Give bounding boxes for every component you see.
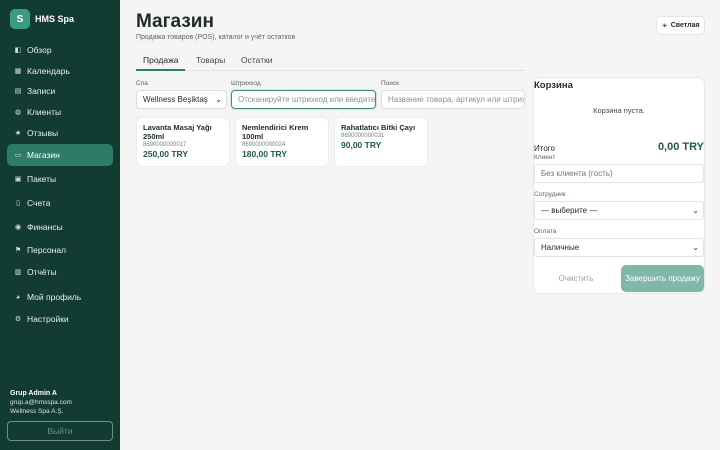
user-name: Grup Admin A <box>10 390 57 397</box>
sidebar-item-profile[interactable]: ◕ Мой профиль <box>7 287 113 307</box>
spa-select[interactable]: Wellness Beşiktaş ⌄ <box>136 90 227 109</box>
sidebar-item-label: Клиенты <box>27 107 62 117</box>
sidebar: S HMS Spa ◧ Обзор ▦ Календарь ▤ Записи ◍… <box>0 0 120 450</box>
calendar-icon: ▦ <box>14 68 22 75</box>
product-name: Rahatlatıcı Bitki Çayı <box>341 123 416 132</box>
sidebar-item-staff[interactable]: ⚑ Персонал <box>7 240 113 260</box>
clear-cart-button[interactable]: Очистить <box>534 265 618 292</box>
cart-title: Корзина <box>534 80 573 91</box>
cart-panel: Корзина Корзина пуста. Итого 0,00 TRY Кл… <box>534 78 704 293</box>
profile-icon: ◕ <box>15 293 21 301</box>
sun-icon: ☀ <box>661 22 668 30</box>
chevron-down-icon: ⌄ <box>692 206 699 215</box>
sidebar-item-label: Отчёты <box>27 267 57 277</box>
sidebar-item-label: Настройки <box>27 314 69 324</box>
product-card[interactable]: Lavanta Masaj Yağı 250ml 8690000000017 2… <box>137 118 229 166</box>
logout-button[interactable]: Выйти <box>7 421 113 441</box>
employee-select-value: — выберите — <box>541 206 598 215</box>
sidebar-item-label: Персонал <box>27 245 67 255</box>
brand[interactable]: S HMS Spa <box>10 9 74 29</box>
brand-name: HMS Spa <box>35 14 75 24</box>
sidebar-item-finance[interactable]: ◉ Финансы <box>7 217 113 237</box>
brand-logo: S <box>10 9 30 29</box>
spa-select-value: Wellness Beşiktaş <box>143 95 208 104</box>
staff-icon: ⚑ <box>14 247 22 254</box>
sidebar-item-overview[interactable]: ◧ Обзор <box>7 40 113 60</box>
sidebar-item-calendar[interactable]: ▦ Календарь <box>7 61 113 81</box>
sidebar-item-label: Магазин <box>27 150 60 160</box>
tab-sale[interactable]: Продажа <box>136 55 186 71</box>
total-label: Итого <box>534 144 555 153</box>
money-bag-icon: ◉ <box>14 224 22 231</box>
user-email: grup.a@hmsspa.com <box>10 399 72 406</box>
sidebar-item-label: Пакеты <box>27 174 57 184</box>
sidebar-item-label: Календарь <box>27 66 70 76</box>
product-name: Lavanta Masaj Yağı 250ml <box>143 123 212 141</box>
tab-products[interactable]: Товары <box>196 55 225 71</box>
barcode-input[interactable]: Отсканируйте штрихкод или введите <box>231 90 376 109</box>
theme-toggle-button[interactable]: ☀ Светлая <box>657 17 704 34</box>
product-card[interactable]: Rahatlatıcı Bitki Çayı 8690000000031 90,… <box>335 118 427 166</box>
payment-label: Оплата <box>534 228 557 235</box>
product-name: Nemlendirici Krem 100ml <box>242 123 309 141</box>
clients-icon: ◍ <box>14 109 22 116</box>
sidebar-item-clients[interactable]: ◍ Клиенты <box>7 102 113 122</box>
search-label: Поиск <box>381 80 400 87</box>
star-icon: ★ <box>14 130 22 137</box>
sidebar-item-label: Обзор <box>27 45 52 55</box>
barcode-label: Штрихкод <box>231 80 261 87</box>
sidebar-item-settings[interactable]: ⚙ Настройки <box>7 309 113 329</box>
chevron-down-icon: ⌄ <box>215 95 222 104</box>
product-price: 250,00 TRY <box>143 149 189 159</box>
overview-icon: ◧ <box>14 47 22 54</box>
sidebar-item-label: Отзывы <box>27 128 59 138</box>
product-card[interactable]: Nemlendirici Krem 100ml 8690000000024 18… <box>236 118 328 166</box>
search-input[interactable]: Название товара, артикул или штрихкод <box>381 90 525 109</box>
sidebar-item-label: Мой профиль <box>27 292 82 302</box>
sidebar-item-invoices[interactable]: ▯ Счета <box>7 193 113 213</box>
page-title: Магазин <box>136 11 214 32</box>
product-sku: 8690000000031 <box>341 133 385 139</box>
sidebar-item-records[interactable]: ▤ Записи <box>7 81 113 101</box>
spa-label: Спа <box>136 80 148 87</box>
sidebar-item-packages[interactable]: ▣ Пакеты <box>7 169 113 189</box>
theme-toggle-label: Светлая <box>670 22 700 29</box>
cart-empty-message: Корзина пуста. <box>593 106 645 115</box>
sidebar-item-label: Записи <box>27 86 56 96</box>
product-price: 90,00 TRY <box>341 140 382 150</box>
invoice-icon: ▯ <box>16 200 20 207</box>
product-price: 180,00 TRY <box>242 149 288 159</box>
payment-select-value: Наличные <box>541 243 580 252</box>
employee-select[interactable]: — выберите — ⌄ <box>534 201 704 220</box>
product-sku: 8690000000017 <box>143 142 187 148</box>
payment-select[interactable]: Наличные ⌄ <box>534 238 704 257</box>
page-subtitle: Продажа товаров (POS), каталог и учёт ос… <box>136 34 296 41</box>
records-icon: ▤ <box>14 88 22 95</box>
sidebar-item-label: Финансы <box>27 222 63 232</box>
client-label: Клиент <box>534 154 556 161</box>
client-input[interactable]: Без клиента (гость) <box>534 164 704 183</box>
sidebar-item-label: Счета <box>27 198 51 208</box>
shop-icon: ▭ <box>14 152 22 159</box>
shop-tabs: Продажа Товары Остатки <box>136 55 525 71</box>
sidebar-item-reviews[interactable]: ★ Отзывы <box>7 123 113 143</box>
package-icon: ▣ <box>14 176 22 183</box>
user-info: Grup Admin A grup.a@hmsspa.com Wellness … <box>10 389 72 416</box>
user-company: Wellness Spa A.Ş. <box>10 408 64 415</box>
total-value: 0,00 TRY <box>657 141 704 153</box>
finish-sale-button[interactable]: Завершить продажу <box>621 265 704 292</box>
sidebar-item-reports[interactable]: ▥ Отчёты <box>7 262 113 282</box>
gear-icon: ⚙ <box>14 316 22 323</box>
tab-stock[interactable]: Остатки <box>241 55 273 71</box>
sidebar-item-shop[interactable]: ▭ Магазин <box>7 144 113 166</box>
reports-icon: ▥ <box>14 269 22 276</box>
product-sku: 8690000000024 <box>242 142 286 148</box>
chevron-down-icon: ⌄ <box>692 243 699 252</box>
employee-label: Сотрудник <box>534 191 566 198</box>
